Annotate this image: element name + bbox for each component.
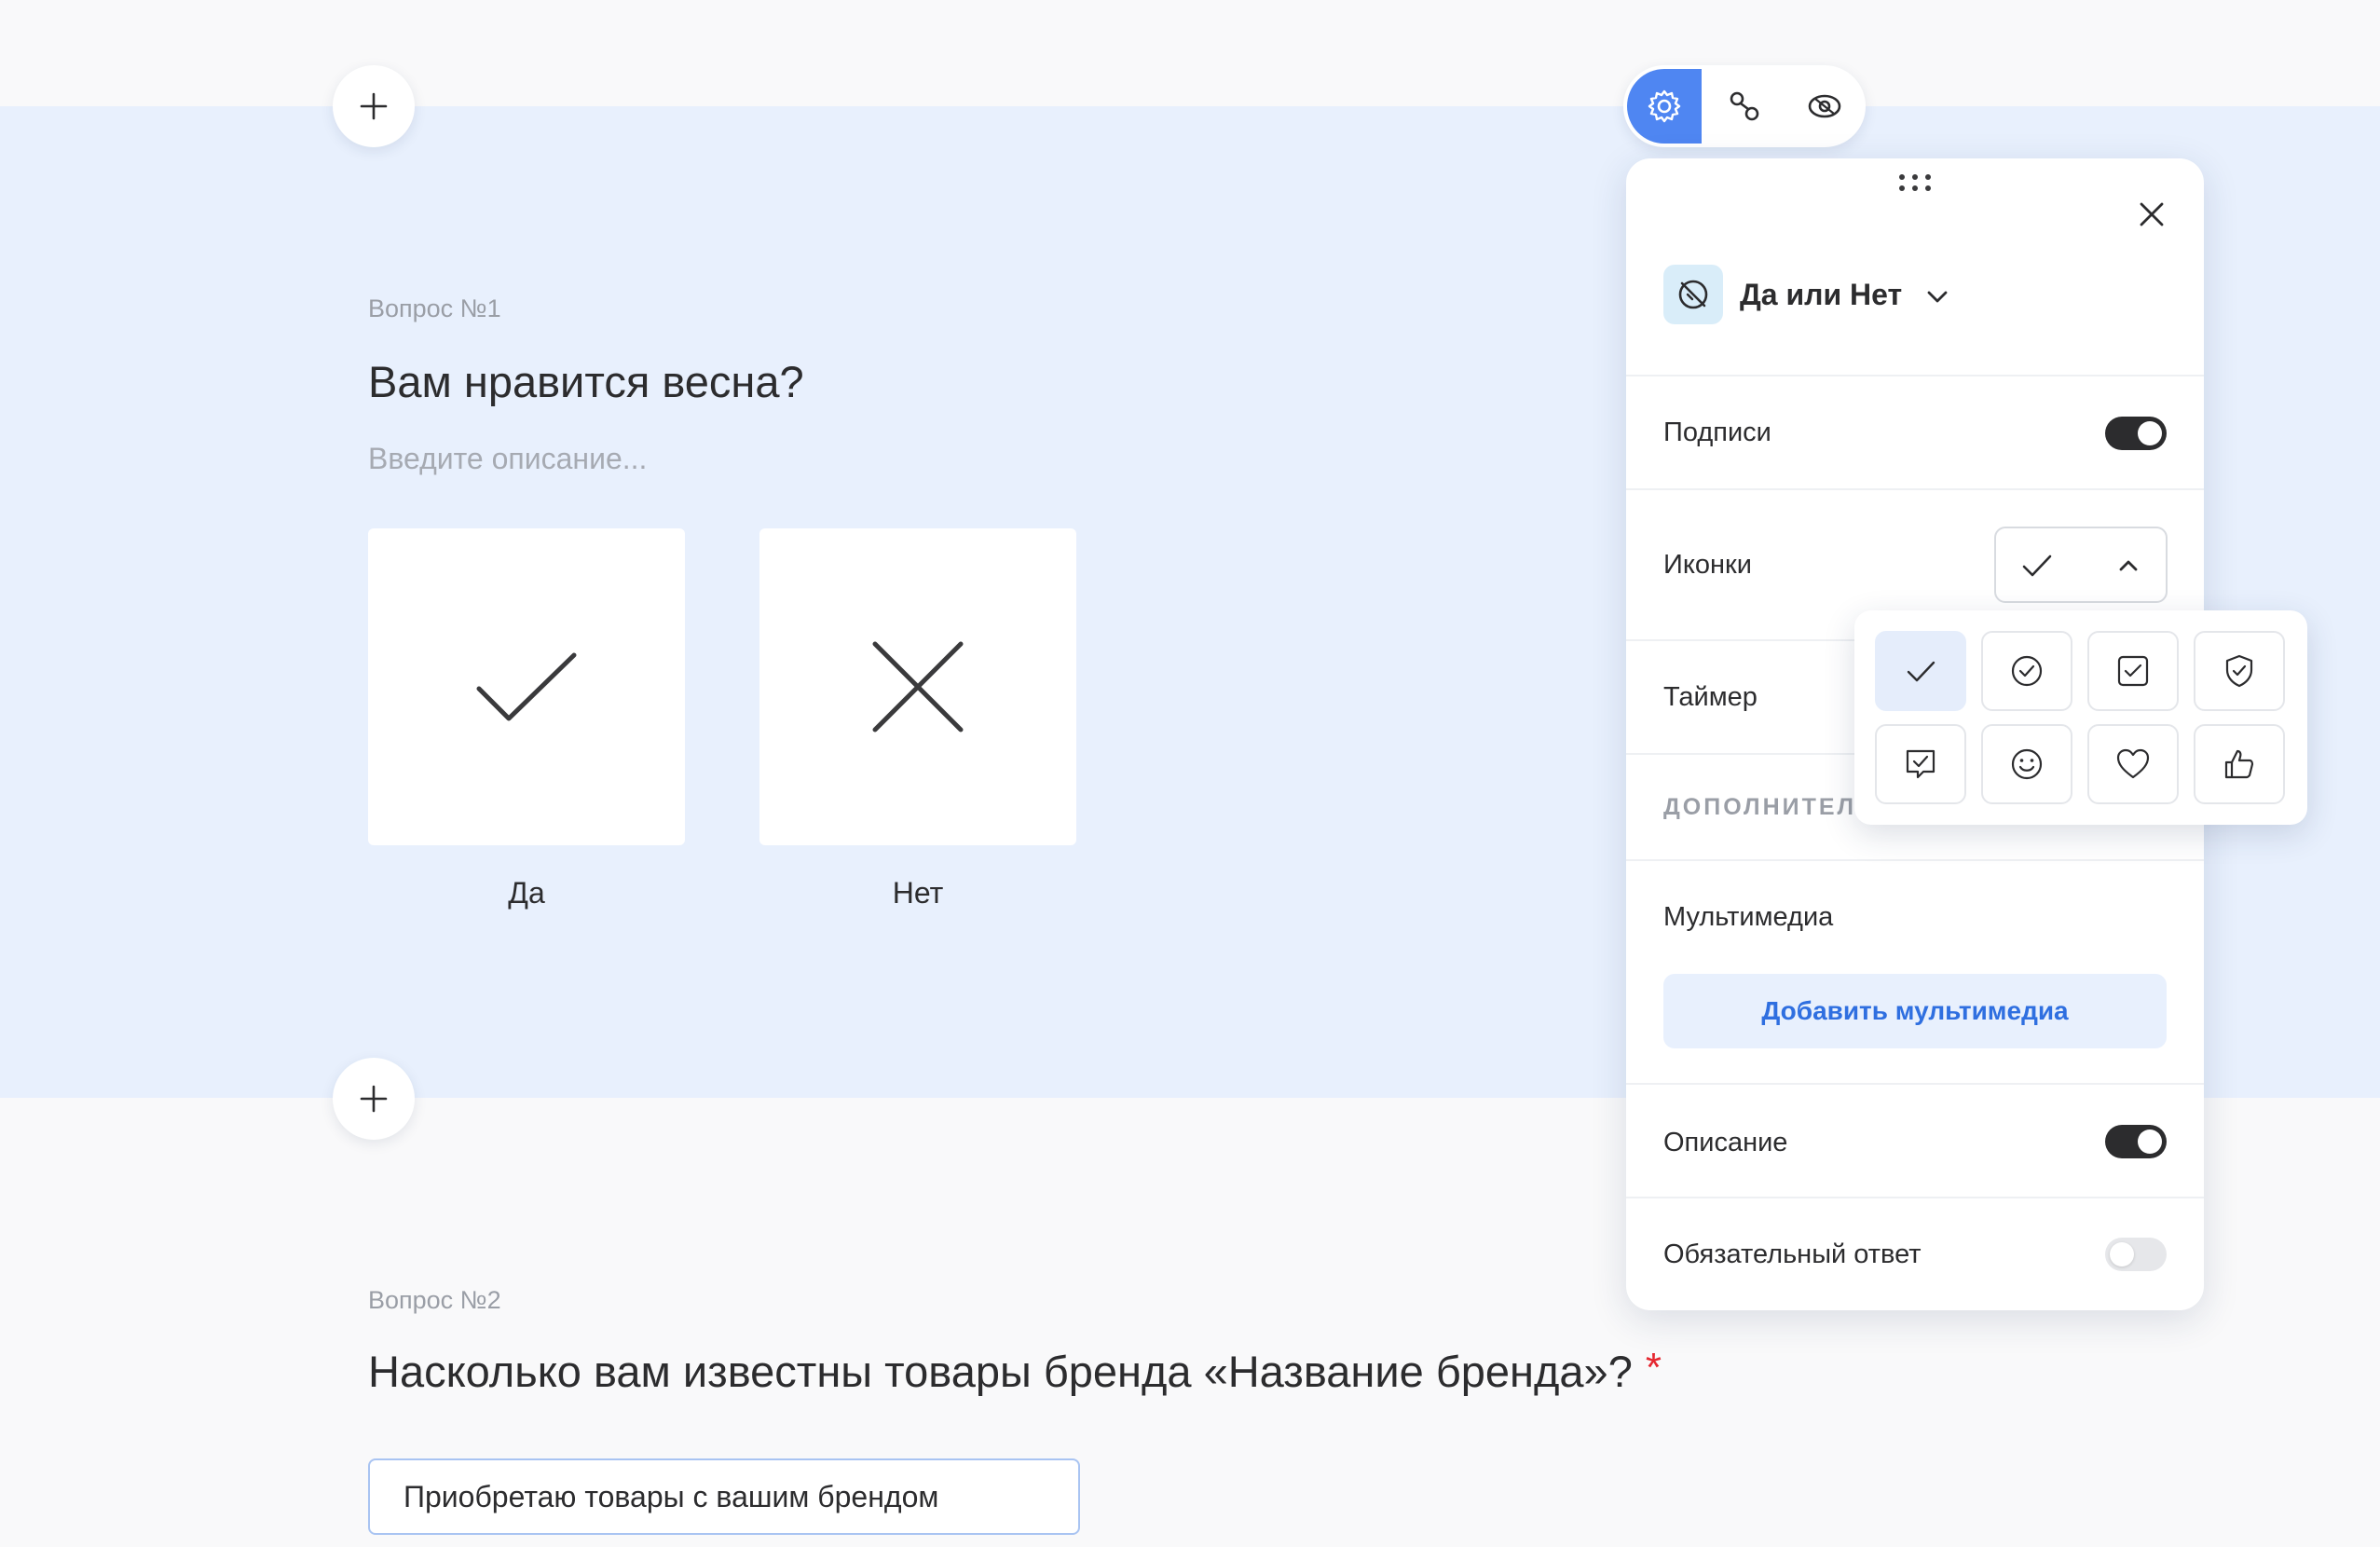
smile-icon [2011,748,2043,780]
answer-card-no[interactable] [759,528,1076,845]
question-title[interactable]: Вам нравится весна? [368,356,804,407]
add-block-button-middle[interactable] [333,1058,415,1140]
cross-icon [872,641,964,732]
chevron-down-icon[interactable] [1922,281,1952,311]
icon-option-check-message[interactable] [1875,724,1966,804]
check-icon [2022,554,2052,577]
captions-toggle[interactable] [2105,417,2167,450]
plus-icon [360,1085,388,1113]
preview-button[interactable] [1787,69,1862,144]
icon-option-check-square[interactable] [2087,631,2179,711]
question-type-select[interactable]: Да или Нет [1740,278,1902,312]
icon-option-heart[interactable] [2087,724,2179,804]
media-label: Мультимедиа [1663,902,1834,932]
heart-icon [2116,748,2150,779]
toggle-knob [2110,1242,2134,1266]
yes-no-type-icon [1678,280,1708,309]
answer-card-yes[interactable] [368,528,685,845]
extra-section-heading: ДОПОЛНИТЕЛЬ [1663,794,1877,820]
question-title-text[interactable]: Насколько вам известны товары бренда «На… [368,1347,1633,1396]
answer-option[interactable]: Приобретаю товары с вашим брендом [368,1458,1080,1535]
check-icon [1907,661,1935,682]
question-description-input[interactable]: Введите описание... [368,442,647,476]
icon-option-check-circle[interactable] [1981,631,2072,711]
divider [1626,375,2204,376]
timer-label: Таймер [1663,682,1758,712]
close-icon[interactable] [2133,196,2170,233]
plus-icon [360,92,388,120]
preview-icon [1808,94,1841,118]
thumbs-up-icon [2224,749,2254,779]
add-media-button[interactable]: Добавить мультимедиа [1663,974,2167,1048]
icon-option-smile[interactable] [1981,724,2072,804]
question-number: Вопрос №2 [368,1286,501,1314]
drag-handle-icon[interactable] [1896,171,1934,194]
description-label: Описание [1663,1128,1788,1157]
divider [1626,1083,2204,1085]
question-title: Насколько вам известны товары бренда «На… [368,1345,1662,1397]
toggle-knob [2138,1129,2162,1154]
check-circle-icon [2011,655,2043,687]
toggle-knob [2138,421,2162,445]
icon-option-thumbs-up[interactable] [2194,724,2285,804]
required-answer-label: Обязательный ответ [1663,1239,1922,1269]
divider [1626,859,2204,861]
check-message-icon [1906,749,1935,779]
add-block-button-top[interactable] [333,65,415,147]
check-shield-icon [2225,654,2253,688]
chevron-up-icon [2119,560,2138,571]
question-type-icon [1663,265,1723,324]
answer-label-no[interactable]: Нет [759,876,1076,910]
icon-option-check-shield[interactable] [2194,631,2285,711]
answer-label-yes[interactable]: Да [368,876,685,910]
icons-select[interactable] [1994,527,2168,603]
settings-icon [1648,89,1681,123]
question-number: Вопрос №1 [368,294,501,322]
captions-label: Подписи [1663,418,1771,447]
check-icon [476,652,577,721]
logic-button[interactable] [1707,69,1782,144]
icon-picker-popup [1854,610,2307,825]
description-toggle[interactable] [2105,1125,2167,1158]
settings-button[interactable] [1627,69,1702,144]
divider [1626,488,2204,490]
icon-option-check[interactable] [1875,631,1966,711]
check-square-icon [2117,655,2149,687]
required-answer-toggle[interactable] [2105,1238,2167,1271]
question-toolbar [1623,65,1866,147]
icons-label: Иконки [1663,550,1752,580]
divider [1626,1197,2204,1198]
required-mark: * [1645,1345,1662,1390]
logic-icon [1730,91,1759,121]
